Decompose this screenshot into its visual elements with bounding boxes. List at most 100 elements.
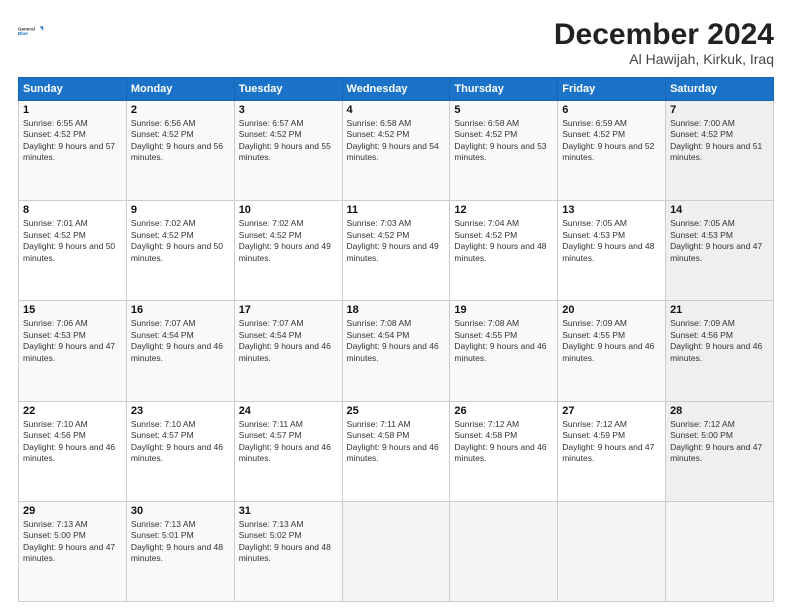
day-info: Sunrise: 7:07 AMSunset: 4:54 PMDaylight:… [131, 318, 230, 364]
day-info: Sunrise: 7:08 AMSunset: 4:54 PMDaylight:… [347, 318, 446, 364]
table-cell: 17 Sunrise: 7:07 AMSunset: 4:54 PMDayligh… [234, 301, 342, 401]
day-info: Sunrise: 7:12 AMSunset: 4:59 PMDaylight:… [562, 419, 661, 465]
table-cell: 3 Sunrise: 6:57 AMSunset: 4:52 PMDaylight… [234, 101, 342, 201]
table-cell [666, 501, 774, 601]
day-number: 1 [23, 104, 122, 116]
day-number: 24 [239, 405, 338, 417]
table-cell: 6 Sunrise: 6:59 AMSunset: 4:52 PMDaylight… [558, 101, 666, 201]
day-number: 5 [454, 104, 553, 116]
day-number: 21 [670, 304, 769, 316]
day-number: 8 [23, 204, 122, 216]
table-cell: 11 Sunrise: 7:03 AMSunset: 4:52 PMDayligh… [342, 201, 450, 301]
day-number: 4 [347, 104, 446, 116]
weekday-header-row: Sunday Monday Tuesday Wednesday Thursday… [19, 78, 774, 101]
day-number: 19 [454, 304, 553, 316]
table-cell: 9 Sunrise: 7:02 AMSunset: 4:52 PMDaylight… [126, 201, 234, 301]
week-row-4: 22 Sunrise: 7:10 AMSunset: 4:56 PMDayligh… [19, 401, 774, 501]
day-number: 14 [670, 204, 769, 216]
day-info: Sunrise: 7:11 AMSunset: 4:58 PMDaylight:… [347, 419, 446, 465]
day-info: Sunrise: 6:58 AMSunset: 4:52 PMDaylight:… [347, 118, 446, 164]
header-saturday: Saturday [666, 78, 774, 101]
table-cell: 1 Sunrise: 6:55 AMSunset: 4:52 PMDaylight… [19, 101, 127, 201]
day-info: Sunrise: 7:10 AMSunset: 4:56 PMDaylight:… [23, 419, 122, 465]
table-cell: 18 Sunrise: 7:08 AMSunset: 4:54 PMDayligh… [342, 301, 450, 401]
day-number: 6 [562, 104, 661, 116]
day-info: Sunrise: 7:03 AMSunset: 4:52 PMDaylight:… [347, 218, 446, 264]
day-info: Sunrise: 6:57 AMSunset: 4:52 PMDaylight:… [239, 118, 338, 164]
table-cell: 23Sunrise: 7:10 AMSunset: 4:57 PMDayligh… [126, 401, 234, 501]
header-thursday: Thursday [450, 78, 558, 101]
day-info: Sunrise: 7:08 AMSunset: 4:55 PMDaylight:… [454, 318, 553, 364]
day-info: Sunrise: 7:11 AMSunset: 4:57 PMDaylight:… [239, 419, 338, 465]
table-cell: 29 Sunrise: 7:13 AMSunset: 5:00 PMDayligh… [19, 501, 127, 601]
day-info: Sunrise: 7:06 AMSunset: 4:53 PMDaylight:… [23, 318, 122, 364]
table-cell: 20 Sunrise: 7:09 AMSunset: 4:55 PMDayligh… [558, 301, 666, 401]
day-number: 30 [131, 505, 230, 517]
table-cell: 27 Sunrise: 7:12 AMSunset: 4:59 PMDayligh… [558, 401, 666, 501]
table-cell [450, 501, 558, 601]
week-row-2: 8 Sunrise: 7:01 AMSunset: 4:52 PMDaylight… [19, 201, 774, 301]
day-number: 26 [454, 405, 553, 417]
header: GeneralBlue December 2024 Al Hawijah, Ki… [18, 18, 774, 67]
table-cell: 7 Sunrise: 7:00 AMSunset: 4:52 PMDaylight… [666, 101, 774, 201]
day-number: 3 [239, 104, 338, 116]
day-info: Sunrise: 7:01 AMSunset: 4:52 PMDaylight:… [23, 218, 122, 264]
table-cell: 5 Sunrise: 6:58 AMSunset: 4:52 PMDaylight… [450, 101, 558, 201]
main-title: December 2024 [554, 18, 774, 51]
header-tuesday: Tuesday [234, 78, 342, 101]
day-number: 31 [239, 505, 338, 517]
table-cell: 8 Sunrise: 7:01 AMSunset: 4:52 PMDaylight… [19, 201, 127, 301]
table-cell: 31 Sunrise: 7:13 AMSunset: 5:02 PMDayligh… [234, 501, 342, 601]
day-info: Sunrise: 6:58 AMSunset: 4:52 PMDaylight:… [454, 118, 553, 164]
day-number: 25 [347, 405, 446, 417]
day-number: 28 [670, 405, 769, 417]
table-cell: 12 Sunrise: 7:04 AMSunset: 4:52 PMDayligh… [450, 201, 558, 301]
day-number: 11 [347, 204, 446, 216]
day-info: Sunrise: 7:09 AMSunset: 4:56 PMDaylight:… [670, 318, 769, 364]
day-info: Sunrise: 7:09 AMSunset: 4:55 PMDaylight:… [562, 318, 661, 364]
week-row-3: 15 Sunrise: 7:06 AMSunset: 4:53 PMDayligh… [19, 301, 774, 401]
day-info: Sunrise: 7:02 AMSunset: 4:52 PMDaylight:… [239, 218, 338, 264]
table-cell: 10 Sunrise: 7:02 AMSunset: 4:52 PMDayligh… [234, 201, 342, 301]
day-number: 22 [23, 405, 122, 417]
day-number: 13 [562, 204, 661, 216]
day-info: Sunrise: 7:07 AMSunset: 4:54 PMDaylight:… [239, 318, 338, 364]
day-number: 15 [23, 304, 122, 316]
week-row-1: 1 Sunrise: 6:55 AMSunset: 4:52 PMDaylight… [19, 101, 774, 201]
day-info: Sunrise: 7:02 AMSunset: 4:52 PMDaylight:… [131, 218, 230, 264]
table-cell: 13 Sunrise: 7:05 AMSunset: 4:53 PMDayligh… [558, 201, 666, 301]
table-cell: 30 Sunrise: 7:13 AMSunset: 5:01 PMDayligh… [126, 501, 234, 601]
day-number: 10 [239, 204, 338, 216]
table-cell: 4 Sunrise: 6:58 AMSunset: 4:52 PMDaylight… [342, 101, 450, 201]
table-cell [558, 501, 666, 601]
day-info: Sunrise: 6:59 AMSunset: 4:52 PMDaylight:… [562, 118, 661, 164]
day-info: Sunrise: 7:13 AMSunset: 5:00 PMDaylight:… [23, 519, 122, 565]
day-info: Sunrise: 7:00 AMSunset: 4:52 PMDaylight:… [670, 118, 769, 164]
day-info: Sunrise: 7:12 AMSunset: 4:58 PMDaylight:… [454, 419, 553, 465]
day-number: 23 [131, 405, 230, 417]
table-cell: 24 Sunrise: 7:11 AMSunset: 4:57 PMDayligh… [234, 401, 342, 501]
title-block: December 2024 Al Hawijah, Kirkuk, Iraq [554, 18, 774, 67]
day-number: 17 [239, 304, 338, 316]
day-number: 20 [562, 304, 661, 316]
table-cell: 28 Sunrise: 7:12 AMSunset: 5:00 PMDayligh… [666, 401, 774, 501]
day-number: 12 [454, 204, 553, 216]
logo: GeneralBlue [18, 18, 46, 46]
day-number: 18 [347, 304, 446, 316]
day-info: Sunrise: 7:13 AMSunset: 5:01 PMDaylight:… [131, 519, 230, 565]
day-info: Sunrise: 7:05 AMSunset: 4:53 PMDaylight:… [562, 218, 661, 264]
day-info: Sunrise: 7:12 AMSunset: 5:00 PMDaylight:… [670, 419, 769, 465]
day-number: 29 [23, 505, 122, 517]
day-info: Sunrise: 7:04 AMSunset: 4:52 PMDaylight:… [454, 218, 553, 264]
table-cell: 22 Sunrise: 7:10 AMSunset: 4:56 PMDayligh… [19, 401, 127, 501]
calendar-table: Sunday Monday Tuesday Wednesday Thursday… [18, 77, 774, 602]
day-info: Sunrise: 6:55 AMSunset: 4:52 PMDaylight:… [23, 118, 122, 164]
table-cell: 25 Sunrise: 7:11 AMSunset: 4:58 PMDayligh… [342, 401, 450, 501]
day-number: 27 [562, 405, 661, 417]
day-info: Sunrise: 7:13 AMSunset: 5:02 PMDaylight:… [239, 519, 338, 565]
header-sunday: Sunday [19, 78, 127, 101]
header-monday: Monday [126, 78, 234, 101]
day-number: 9 [131, 204, 230, 216]
day-number: 7 [670, 104, 769, 116]
day-number: 16 [131, 304, 230, 316]
